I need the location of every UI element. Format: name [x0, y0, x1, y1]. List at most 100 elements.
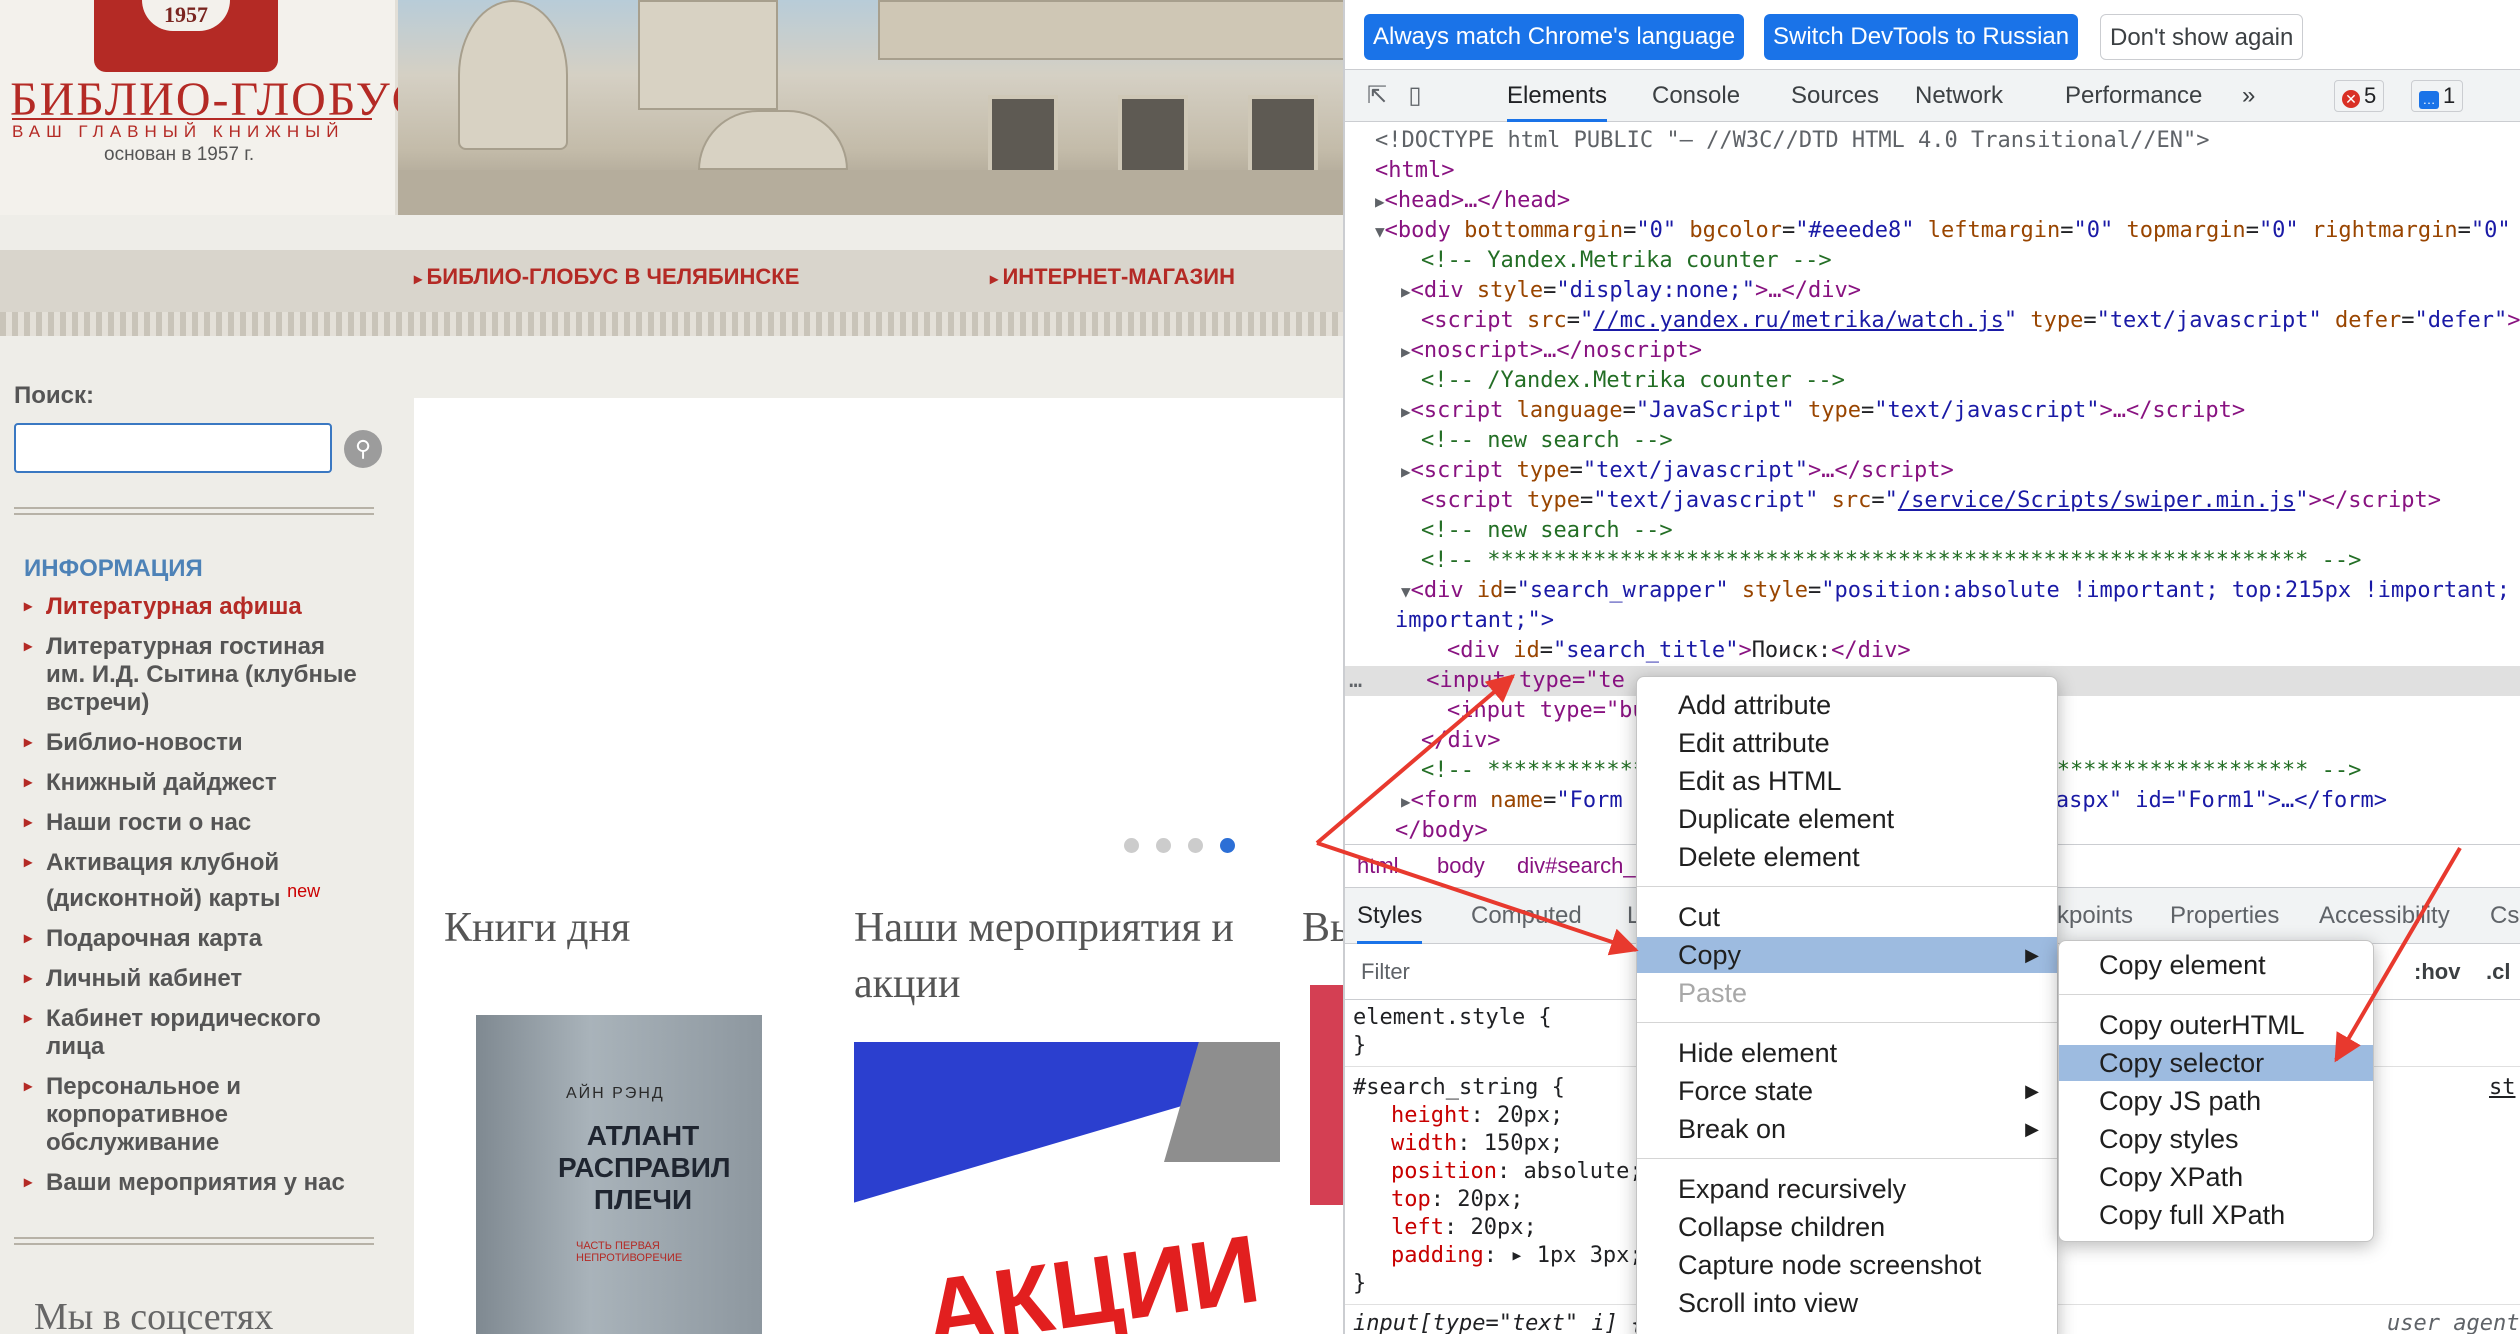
menu-force-state[interactable]: Force state ▶ — [1637, 1073, 2057, 1109]
search-string-rule[interactable]: #search_string { — [1353, 1074, 1565, 1102]
section-books-of-day[interactable]: Книги дня — [444, 900, 630, 956]
switch-language-button[interactable]: Switch DevTools to Russian — [1764, 14, 2079, 60]
menu-copy-xpath[interactable]: Copy XPath — [2059, 1159, 2373, 1195]
header-link-chelyabinsk[interactable]: БИБЛИО-ГЛОБУС В ЧЕЛЯБИНСКЕ — [414, 264, 799, 290]
tab-breakpoints[interactable]: kpoints — [2057, 888, 2133, 944]
nav-item-guests[interactable]: Наши гости о нас — [24, 809, 364, 837]
menu-copy-element[interactable]: Copy element — [2059, 947, 2373, 983]
slider-dot[interactable] — [1124, 838, 1139, 853]
css-prop-position[interactable]: position: absolute; — [1391, 1158, 1643, 1186]
element-style-rule[interactable]: element.style { — [1353, 1004, 1552, 1032]
menu-copy-outerhtml[interactable]: Copy outerHTML — [2059, 1007, 2373, 1043]
menu-delete-element[interactable]: Delete element — [1637, 839, 2057, 875]
rule-source-link[interactable]: st — [2489, 1074, 2516, 1102]
tab-elements[interactable]: Elements — [1507, 70, 1608, 122]
section-third-partial[interactable]: Вы — [1302, 900, 1343, 956]
error-count-badge[interactable]: ✕ 5 — [2334, 80, 2385, 112]
nav-item-your-events[interactable]: Ваши мероприятия у нас — [24, 1169, 364, 1197]
dom-comment[interactable]: <!-- /Yandex.Metrika counter --> — [1345, 366, 2520, 396]
menu-capture-node-screenshot[interactable]: Capture node screenshot — [1637, 1247, 2057, 1283]
filter-input[interactable]: Filter — [1361, 944, 1410, 1000]
dom-html[interactable]: <html> — [1345, 156, 2520, 186]
dom-comment[interactable]: <!-- Yandex.Metrika counter --> — [1345, 246, 2520, 276]
swiper-js-link[interactable]: /service/Scripts/swiper.min.js — [1898, 488, 2295, 513]
menu-cut[interactable]: Cut — [1637, 899, 2057, 935]
menu-copy-selector[interactable]: Copy selector — [2059, 1045, 2373, 1081]
book-cover-image[interactable]: АЙН РЭНД АТЛАНТ РАСПРАВИЛ ПЛЕЧИ ЧАСТЬ ПЕ… — [476, 1015, 762, 1334]
css-prop-width[interactable]: width: 150px; — [1391, 1130, 1563, 1158]
hover-state-toggle[interactable]: :hov — [2414, 944, 2460, 1000]
css-prop-left[interactable]: left: 20px; — [1391, 1214, 1537, 1242]
menu-copy-styles[interactable]: Copy styles — [2059, 1121, 2373, 1157]
menu-edit-as-html[interactable]: Edit as HTML — [1637, 763, 2057, 799]
slider-dot-active[interactable] — [1220, 838, 1235, 853]
tab-sources[interactable]: Sources — [1791, 70, 1879, 122]
css-prop-padding[interactable]: padding: ▸ 1px 3px; — [1391, 1242, 1643, 1270]
input-text-rule[interactable]: input[type="text" i] { — [1353, 1310, 1644, 1334]
nav-item-gift-card[interactable]: Подарочная карта — [24, 925, 364, 953]
menu-hide-element[interactable]: Hide element — [1637, 1035, 2057, 1071]
dom-head[interactable]: ▶<head>…</head> — [1345, 186, 2520, 216]
tab-accessibility[interactable]: Accessibility — [2319, 888, 2450, 944]
css-prop-top[interactable]: top: 20px; — [1391, 1186, 1523, 1214]
match-language-button[interactable]: Always match Chrome's language — [1364, 14, 1745, 60]
breadcrumb-html[interactable]: html — [1357, 845, 1399, 887]
nav-item-biblio-news[interactable]: Библио-новости — [24, 729, 364, 757]
dom-comment[interactable]: <!-- ***********************************… — [1345, 546, 2520, 576]
tab-properties[interactable]: Properties — [2170, 888, 2279, 944]
dom-script-metrika[interactable]: <script src="//mc.yandex.ru/metrika/watc… — [1345, 306, 2520, 336]
search-icon[interactable]: ⚲ — [344, 430, 382, 468]
dom-script-swiper[interactable]: <script type="text/javascript" src="/ser… — [1345, 486, 2520, 516]
message-count-badge[interactable]: … 1 — [2411, 80, 2464, 112]
dom-search-wrapper-cont[interactable]: important;"> — [1345, 606, 2520, 636]
nav-item-account[interactable]: Личный кабинет — [24, 965, 364, 993]
nav-item-book-digest[interactable]: Книжный дайджест — [24, 769, 364, 797]
dom-search-wrapper[interactable]: ▼<div id="search_wrapper" style="positio… — [1345, 576, 2520, 606]
dom-body[interactable]: ▼<body bottommargin="0" bgcolor="#eeede8… — [1345, 216, 2520, 246]
class-toggle[interactable]: .cl — [2486, 944, 2510, 1000]
dom-noscript[interactable]: ▶<noscript>…</noscript> — [1345, 336, 2520, 366]
menu-add-attribute[interactable]: Add attribute — [1637, 687, 2057, 723]
header-link-shop[interactable]: ИНТЕРНЕТ-МАГАЗИН — [990, 264, 1234, 290]
tab-computed[interactable]: Computed — [1471, 888, 1582, 944]
menu-edit-attribute[interactable]: Edit attribute — [1637, 725, 2057, 761]
dom-doctype[interactable]: <!DOCTYPE html PUBLIC "— //W3C//DTD HTML… — [1345, 126, 2520, 156]
menu-copy[interactable]: Copy ▶ — [1637, 937, 2057, 973]
dom-comment[interactable]: <!-- new search --> — [1345, 426, 2520, 456]
menu-expand-recursively[interactable]: Expand recursively — [1637, 1171, 2057, 1207]
dom-script-collapsed[interactable]: ▶<script type="text/javascript">…</scrip… — [1345, 456, 2520, 486]
third-card-partial[interactable] — [1310, 985, 1343, 1205]
dom-comment[interactable]: <!-- new search --> — [1345, 516, 2520, 546]
dom-search-title[interactable]: <div id="search_title">Поиск:</div> — [1345, 636, 2520, 666]
more-tabs-button[interactable]: » — [2242, 70, 2255, 122]
nav-item-card-activation[interactable]: Активация клубной (дисконтной) карты new — [24, 849, 364, 913]
nav-item-literary-salon[interactable]: Литературная гостиная им. И.Д. Сытина (к… — [24, 633, 364, 717]
dom-div-hidden[interactable]: ▶<div style="display:none;">…</div> — [1345, 276, 2520, 306]
search-input[interactable] — [14, 423, 332, 473]
tab-performance[interactable]: Performance — [2065, 70, 2202, 122]
device-toolbar-icon[interactable]: ▯ — [1401, 82, 1429, 110]
tab-console[interactable]: Console — [1652, 70, 1740, 122]
menu-collapse-children[interactable]: Collapse children — [1637, 1209, 2057, 1245]
menu-break-on[interactable]: Break on ▶ — [1637, 1111, 2057, 1147]
breadcrumb-body[interactable]: body — [1437, 845, 1485, 887]
menu-duplicate-element[interactable]: Duplicate element — [1637, 801, 2057, 837]
watch-js-link[interactable]: //mc.yandex.ru/metrika/watch.js — [1593, 308, 2004, 333]
tab-styles[interactable]: Styles — [1357, 888, 1423, 944]
dom-script-js[interactable]: ▶<script language="JavaScript" type="tex… — [1345, 396, 2520, 426]
nav-item-legal-account[interactable]: Кабинет юридического лица — [24, 1005, 364, 1061]
section-events[interactable]: Наши мероприятия и акции — [854, 900, 1284, 1012]
dont-show-again-button[interactable]: Don't show again — [2100, 14, 2304, 60]
breadcrumb-search-wrapper[interactable]: div#search_ — [1517, 845, 1636, 887]
tab-network[interactable]: Network — [1915, 70, 2003, 122]
menu-scroll-into-view[interactable]: Scroll into view — [1637, 1285, 2057, 1321]
slider-dot[interactable] — [1188, 838, 1203, 853]
site-logo[interactable]: 1957 БИБЛИО-ГЛОБУС ВАШ ГЛАВНЫЙ КНИЖНЫЙ о… — [0, 0, 424, 215]
promo-banner[interactable]: АКЦИИ — [854, 1042, 1280, 1334]
nav-item-literary-poster[interactable]: Литературная афиша — [24, 593, 364, 621]
menu-copy-js-path[interactable]: Copy JS path — [2059, 1083, 2373, 1119]
menu-copy-full-xpath[interactable]: Copy full XPath — [2059, 1197, 2373, 1233]
css-prop-height[interactable]: height: 20px; — [1391, 1102, 1563, 1130]
slider-dot[interactable] — [1156, 838, 1171, 853]
nav-item-corporate[interactable]: Персональное и корпоративное обслуживани… — [24, 1073, 364, 1157]
